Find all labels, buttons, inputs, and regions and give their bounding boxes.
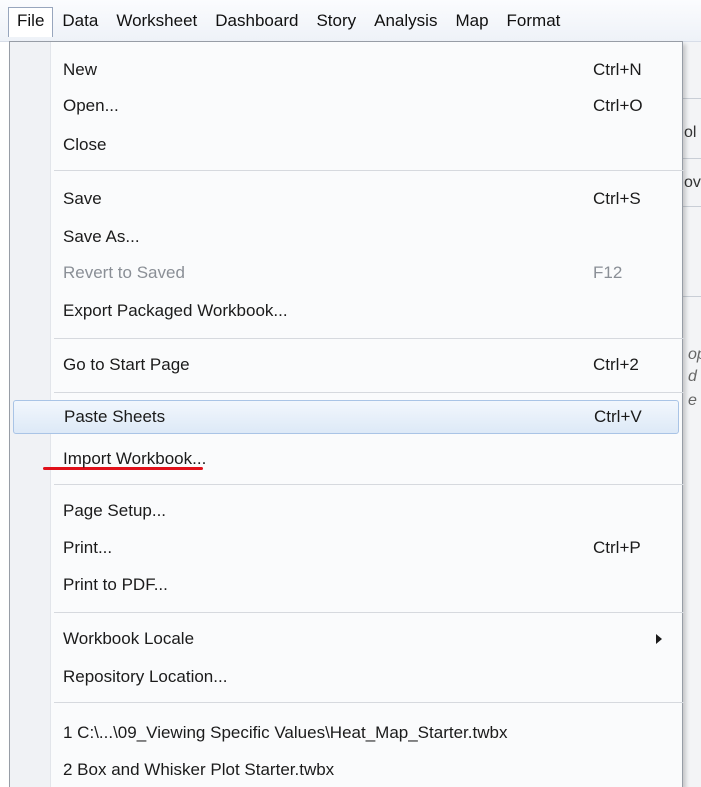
menu-item-shortcut: Ctrl+O xyxy=(593,96,643,115)
menu-item-shortcut: Ctrl+P xyxy=(593,538,641,557)
menu-item-recent-file-1[interactable]: 1 C:\...\09_Viewing Specific Values\Heat… xyxy=(13,716,679,750)
menu-item-shortcut: Ctrl+2 xyxy=(593,355,639,374)
menu-separator xyxy=(54,484,684,485)
menu-item-paste-sheets[interactable]: Paste Sheets Ctrl+V xyxy=(13,400,679,434)
menu-item-new[interactable]: New Ctrl+N xyxy=(13,53,679,87)
menu-map[interactable]: Map xyxy=(446,7,497,35)
menu-item-label: New xyxy=(63,60,98,79)
menu-item-print[interactable]: Print... Ctrl+P xyxy=(13,531,679,565)
menu-item-recent-file-2[interactable]: 2 Box and Whisker Plot Starter.twbx xyxy=(13,753,679,787)
background-text-fragment: ol xyxy=(684,124,697,141)
background-divider xyxy=(680,296,701,297)
menu-item-print-to-pdf[interactable]: Print to PDF... xyxy=(13,568,679,602)
menu-file[interactable]: File xyxy=(8,7,54,37)
menu-separator xyxy=(54,392,684,393)
menu-item-label: Go to Start Page xyxy=(63,355,190,374)
menu-separator xyxy=(54,338,684,339)
menu-item-page-setup[interactable]: Page Setup... xyxy=(13,494,679,528)
menu-item-label: Export Packaged Workbook... xyxy=(63,301,288,320)
background-divider xyxy=(680,98,701,99)
menu-separator xyxy=(54,702,684,703)
menu-item-close[interactable]: Close xyxy=(13,128,679,162)
menu-item-label: Revert to Saved xyxy=(63,263,185,282)
menu-item-label: 2 Box and Whisker Plot Starter.twbx xyxy=(63,760,335,779)
file-menu-dropdown: New Ctrl+N Open... Ctrl+O Close Save Ctr… xyxy=(9,41,684,787)
menu-separator xyxy=(54,170,684,171)
menu-item-label: Print to PDF... xyxy=(63,575,168,594)
menu-item-label: Print... xyxy=(63,538,113,557)
menu-item-open[interactable]: Open... Ctrl+O xyxy=(13,89,679,123)
menu-item-shortcut: F12 xyxy=(593,263,623,282)
submenu-arrow-icon xyxy=(656,634,662,644)
background-panel xyxy=(680,42,701,787)
background-divider xyxy=(680,206,701,207)
menu-data[interactable]: Data xyxy=(53,7,107,35)
menu-item-go-to-start-page[interactable]: Go to Start Page Ctrl+2 xyxy=(13,348,679,382)
background-text-fragment: op xyxy=(688,346,701,363)
menu-story[interactable]: Story xyxy=(307,7,365,35)
menu-worksheet[interactable]: Worksheet xyxy=(107,7,206,35)
menu-bar: File Data Worksheet Dashboard Story Anal… xyxy=(0,0,701,42)
menu-item-label: Save As... xyxy=(63,227,140,246)
menu-item-label: Import Workbook... xyxy=(63,449,207,468)
menu-analysis[interactable]: Analysis xyxy=(365,7,446,35)
menu-item-label: Paste Sheets xyxy=(64,407,166,426)
menu-item-save-as[interactable]: Save As... xyxy=(13,220,679,254)
menu-item-label: Page Setup... xyxy=(63,501,167,520)
menu-item-shortcut: Ctrl+N xyxy=(593,60,642,79)
menu-item-repository-location[interactable]: Repository Location... xyxy=(13,660,679,694)
background-divider xyxy=(680,158,701,159)
menu-item-label: Open... xyxy=(63,96,119,115)
menu-format[interactable]: Format xyxy=(498,7,570,35)
menu-item-label: Workbook Locale xyxy=(63,629,195,648)
app-window: File Data Worksheet Dashboard Story Anal… xyxy=(0,0,701,787)
menu-item-workbook-locale[interactable]: Workbook Locale xyxy=(13,622,679,656)
menu-item-shortcut: Ctrl+V xyxy=(594,407,642,426)
menu-item-revert-to-saved: Revert to Saved F12 xyxy=(13,256,679,290)
menu-item-label: Save xyxy=(63,189,102,208)
menu-item-label: Repository Location... xyxy=(63,667,228,686)
menu-item-save[interactable]: Save Ctrl+S xyxy=(13,182,679,216)
menu-item-label: 1 C:\...\09_Viewing Specific Values\Heat… xyxy=(63,723,508,742)
menu-item-export-packaged-workbook[interactable]: Export Packaged Workbook... xyxy=(13,294,679,328)
menu-separator xyxy=(54,612,684,613)
menu-dashboard[interactable]: Dashboard xyxy=(206,7,307,35)
background-text-fragment: ov xyxy=(684,174,701,191)
menu-item-shortcut: Ctrl+S xyxy=(593,189,641,208)
menu-item-label: Close xyxy=(63,135,107,154)
background-text-fragment: d xyxy=(688,368,697,385)
background-text-fragment: e xyxy=(688,392,697,409)
menu-item-import-workbook[interactable]: Import Workbook... xyxy=(13,442,679,476)
